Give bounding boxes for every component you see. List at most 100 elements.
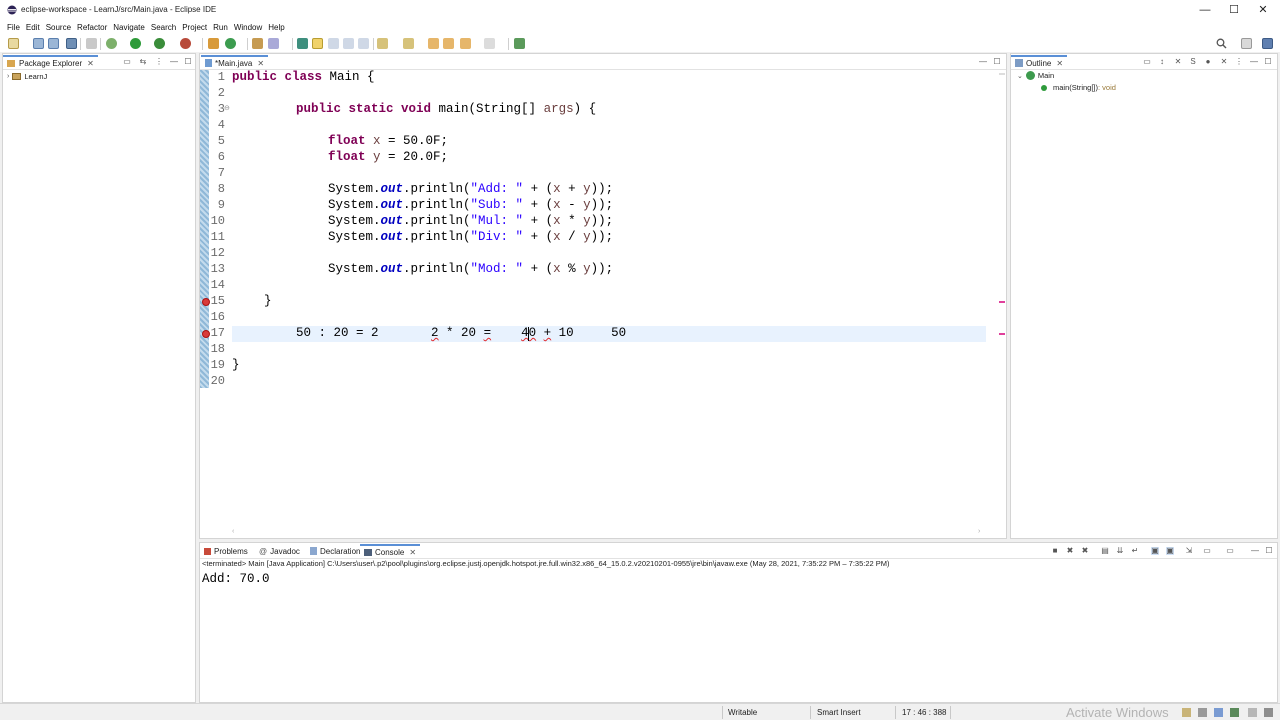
skip-breakpoints-icon[interactable]	[86, 38, 97, 49]
menu-source[interactable]: Source	[46, 23, 71, 32]
forward-icon[interactable]	[484, 38, 495, 49]
hide-local-types-icon[interactable]: ✕	[1220, 58, 1228, 66]
open-type-icon[interactable]	[252, 38, 263, 49]
close-tab-icon[interactable]: ✕	[1056, 59, 1063, 68]
tray-icon[interactable]	[1248, 708, 1257, 717]
code-line[interactable]: float y = 20.0F;	[328, 150, 448, 164]
minimize-view-icon[interactable]: —	[1251, 547, 1259, 555]
word-wrap-icon[interactable]	[328, 38, 339, 49]
close-tab-icon[interactable]: ✕	[87, 59, 94, 68]
status-cursor-position[interactable]: 17 : 46 : 388	[902, 708, 946, 717]
tab-problems[interactable]: Problems	[200, 544, 252, 558]
code-line[interactable]: public class Main {	[232, 70, 375, 84]
minimize-view-icon[interactable]: —	[1250, 58, 1258, 66]
new-icon[interactable]	[8, 38, 19, 49]
view-menu-icon[interactable]: ⋮	[155, 58, 163, 66]
scroll-lock-icon[interactable]: ⇊	[1116, 547, 1124, 555]
code-line[interactable]: System.out.println("Div: " + (x / y));	[328, 230, 613, 244]
collapse-all-icon[interactable]: ▭	[123, 58, 131, 66]
horizontal-scrollbar[interactable]: ‹ ›	[200, 528, 1006, 538]
status-insert-mode[interactable]: Smart Insert	[817, 708, 861, 717]
new-java-project-icon[interactable]	[208, 38, 219, 49]
maximize-view-icon[interactable]: ☐	[1264, 58, 1272, 66]
debug-icon[interactable]	[106, 38, 117, 49]
back-icon[interactable]	[443, 38, 454, 49]
code-line[interactable]: System.out.println("Add: " + (x + y));	[328, 182, 613, 196]
remove-all-icon[interactable]: ✖	[1081, 547, 1089, 555]
search-toolbar-icon[interactable]	[268, 38, 279, 49]
tab-console[interactable]: Console ✕	[360, 544, 421, 558]
tray-icon[interactable]	[1264, 708, 1273, 717]
tab-main-java[interactable]: *Main.java ✕	[201, 55, 269, 69]
outline-method-item[interactable]: main(String[]) : void	[1041, 83, 1116, 92]
hide-static-icon[interactable]: S	[1189, 58, 1197, 66]
save-all-icon[interactable]	[48, 38, 59, 49]
tab-outline[interactable]: Outline ✕	[1011, 55, 1068, 69]
code-line[interactable]: System.out.println("Mod: " + (x % y));	[328, 262, 613, 276]
tab-package-explorer[interactable]: Package Explorer ✕	[3, 55, 98, 69]
pin-editor-icon[interactable]	[514, 38, 525, 49]
word-wrap-console-icon[interactable]: ↵	[1131, 547, 1139, 555]
mark-occurrences-icon[interactable]	[312, 38, 323, 49]
tray-icon[interactable]	[1198, 708, 1207, 717]
terminal-icon[interactable]	[66, 38, 77, 49]
show-on-stdout-icon[interactable]: ▣	[1151, 547, 1159, 555]
save-icon[interactable]	[33, 38, 44, 49]
close-tab-icon[interactable]: ✕	[257, 59, 264, 68]
tray-icon[interactable]	[1182, 708, 1191, 717]
code-line[interactable]: float x = 50.0F;	[328, 134, 448, 148]
terminate-icon[interactable]: ■	[1051, 547, 1059, 555]
menu-refactor[interactable]: Refactor	[77, 23, 107, 32]
code-line[interactable]: public static void main(String[] args) {	[296, 102, 596, 116]
minimize-view-icon[interactable]: —	[979, 58, 987, 66]
code-line[interactable]: 50 : 20 = 2 2 * 20 = 40 + 10 50	[296, 326, 626, 340]
menu-project[interactable]: Project	[182, 23, 207, 32]
block-selection-icon[interactable]	[343, 38, 354, 49]
overview-error-mark[interactable]	[999, 333, 1005, 335]
menu-navigate[interactable]: Navigate	[113, 23, 145, 32]
pin-console-icon[interactable]: ⇲	[1185, 547, 1193, 555]
maximize-view-icon[interactable]: ☐	[1265, 547, 1273, 555]
project-tree-item[interactable]: › LearnJ	[7, 72, 47, 81]
remove-launch-icon[interactable]: ✖	[1066, 547, 1074, 555]
tray-icon[interactable]	[1214, 708, 1223, 717]
show-on-stderr-icon[interactable]: ▣	[1166, 547, 1174, 555]
java-perspective-icon[interactable]	[1262, 38, 1273, 49]
menu-help[interactable]: Help	[268, 23, 284, 32]
tab-javadoc[interactable]: @ Javadoc	[255, 544, 304, 558]
code-line[interactable]: System.out.println("Mul: " + (x * y));	[328, 214, 613, 228]
expand-chevron-icon[interactable]: ›	[7, 73, 9, 80]
minimize-view-icon[interactable]: —	[170, 58, 178, 66]
console-output[interactable]: Add: 70.0	[202, 572, 270, 586]
run-icon[interactable]	[130, 38, 141, 49]
annotation-nav-icon[interactable]	[297, 38, 308, 49]
hide-fields-icon[interactable]: ✕	[1174, 58, 1182, 66]
menu-search[interactable]: Search	[151, 23, 176, 32]
show-whitespace-icon[interactable]	[358, 38, 369, 49]
external-tools-icon[interactable]	[180, 38, 191, 49]
back-history-icon[interactable]	[460, 38, 471, 49]
coverage-icon[interactable]	[154, 38, 165, 49]
open-perspective-icon[interactable]	[1241, 38, 1252, 49]
prev-annotation-icon[interactable]	[403, 38, 414, 49]
view-menu-icon[interactable]: ⋮	[1235, 58, 1243, 66]
overview-error-mark[interactable]	[999, 301, 1005, 303]
maximize-view-icon[interactable]: ☐	[184, 58, 192, 66]
display-console-icon[interactable]: ▭	[1203, 547, 1211, 555]
tray-icon[interactable]	[1230, 708, 1239, 717]
sort-icon[interactable]: ↕	[1158, 58, 1166, 66]
tab-declaration[interactable]: Declaration	[306, 544, 364, 558]
open-console-icon[interactable]: ▭	[1226, 547, 1234, 555]
last-edit-icon[interactable]	[428, 38, 439, 49]
collapse-all-icon[interactable]: ▭	[1143, 58, 1151, 66]
new-class-icon[interactable]	[225, 38, 236, 49]
code-line[interactable]: System.out.println("Sub: " + (x - y));	[328, 198, 613, 212]
search-icon[interactable]	[1216, 38, 1227, 49]
close-tab-icon[interactable]: ✕	[409, 548, 416, 557]
menu-run[interactable]: Run	[213, 23, 228, 32]
menu-edit[interactable]: Edit	[26, 23, 40, 32]
clear-console-icon[interactable]: ▤	[1101, 547, 1109, 555]
menu-window[interactable]: Window	[234, 23, 262, 32]
link-editor-icon[interactable]: ⇆	[139, 58, 147, 66]
code-line[interactable]: }	[232, 358, 240, 372]
